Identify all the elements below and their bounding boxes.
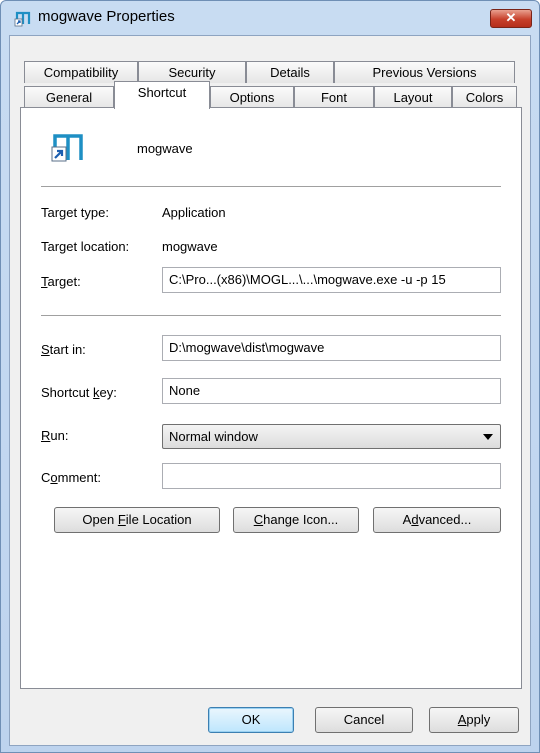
shortcut-key-field[interactable]: None (162, 378, 501, 404)
run-select-value: Normal window (169, 429, 258, 444)
ok-button[interactable]: OK (208, 707, 294, 733)
title-bar[interactable]: mogwave Properties ✕ (1, 1, 539, 33)
target-location-value: mogwave (162, 239, 218, 254)
open-file-location-button[interactable]: Open File Location (54, 507, 220, 533)
tab-options[interactable]: Options (210, 86, 294, 108)
target-location-label: Target location: (41, 239, 130, 254)
run-select[interactable]: Normal window (162, 424, 501, 449)
tab-layout[interactable]: Layout (374, 86, 452, 108)
advanced-button[interactable]: Advanced... (373, 507, 501, 533)
app-icon (14, 11, 31, 27)
change-icon-button[interactable]: Change Icon... (233, 507, 359, 533)
apply-button[interactable]: Apply (429, 707, 519, 733)
target-label: Target: (41, 274, 81, 289)
start-in-field[interactable]: D:\mogwave\dist\mogwave (162, 335, 501, 361)
tab-previous-versions[interactable]: Previous Versions (334, 61, 515, 83)
tab-details[interactable]: Details (246, 61, 334, 83)
shortcut-panel: mogwave Target type: Application Target … (20, 107, 522, 689)
cancel-button[interactable]: Cancel (315, 707, 413, 733)
close-button[interactable]: ✕ (490, 9, 532, 28)
window-title: mogwave Properties (38, 8, 175, 25)
target-field[interactable]: C:\Pro...(x86)\MOGL...\...\mogwave.exe -… (162, 267, 501, 293)
tab-security[interactable]: Security (138, 61, 246, 83)
tab-colors[interactable]: Colors (452, 86, 517, 108)
shortcut-name: mogwave (137, 141, 193, 156)
target-type-value: Application (162, 205, 226, 220)
tab-font[interactable]: Font (294, 86, 374, 108)
comment-field[interactable] (162, 463, 501, 489)
shortcut-key-label: Shortcut key: (41, 385, 117, 400)
chevron-down-icon (483, 434, 493, 440)
divider-top (41, 186, 501, 188)
run-label: Run: (41, 428, 69, 443)
start-in-label: Start in: (41, 342, 86, 357)
comment-label: Comment: (41, 470, 101, 485)
shortcut-app-icon (51, 134, 83, 162)
properties-window: mogwave Properties ✕ Compatibility Secur… (0, 0, 540, 753)
divider-middle (41, 315, 501, 317)
target-type-label: Target type: (41, 205, 109, 220)
tab-general[interactable]: General (24, 86, 114, 108)
tab-compatibility[interactable]: Compatibility (24, 61, 138, 83)
tab-shortcut[interactable]: Shortcut (114, 81, 210, 109)
